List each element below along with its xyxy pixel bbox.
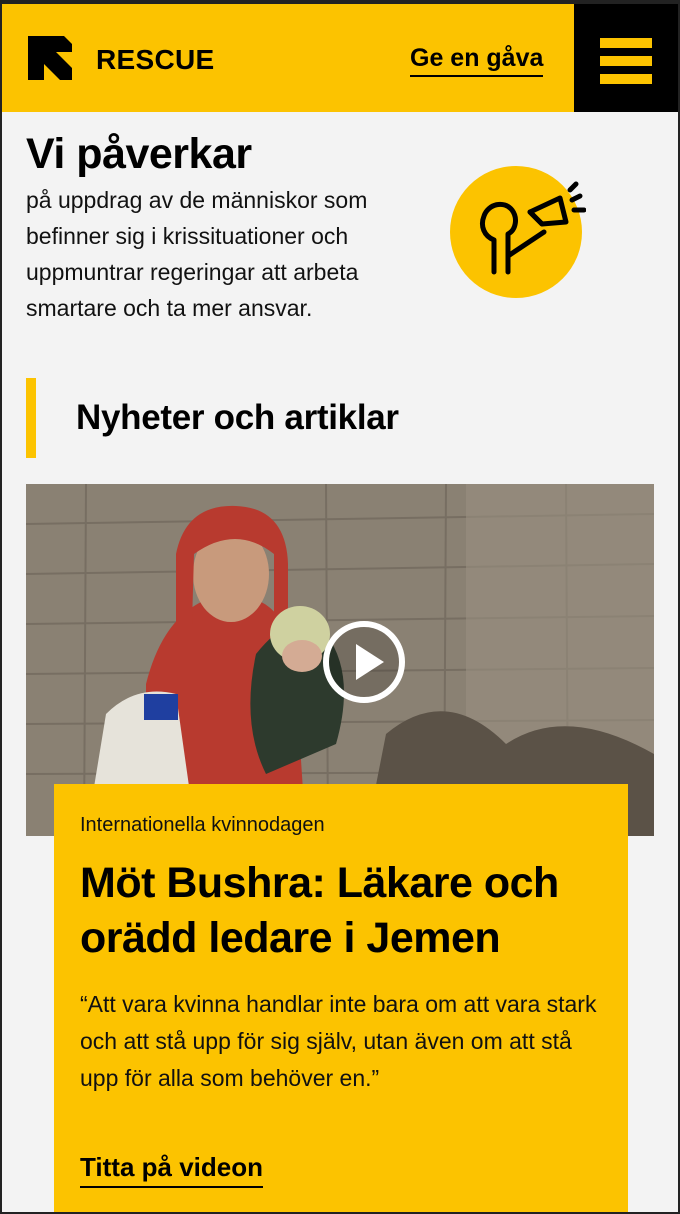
hamburger-icon	[600, 38, 652, 48]
megaphone-person-icon	[450, 166, 586, 298]
page: RESCUE Ge en gåva Vi påverkar på uppdrag…	[0, 0, 680, 1214]
section-accent-bar	[26, 378, 36, 458]
article-kicker: Internationella kvinnodagen	[80, 814, 325, 836]
logo-text[interactable]: RESCUE	[96, 44, 215, 76]
news-section-title: Nyheter och artiklar	[76, 398, 399, 437]
article-title[interactable]: Möt Bushra: Läkare och orädd ledare i Je…	[80, 856, 620, 966]
menu-button[interactable]	[574, 4, 678, 112]
watch-video-link[interactable]: Titta på videon	[80, 1152, 263, 1188]
article-quote: “Att vara kvinna handlar inte bara om at…	[80, 991, 597, 1091]
rescue-logo-icon[interactable]	[26, 34, 74, 82]
site-header: RESCUE Ge en gåva	[2, 4, 678, 112]
play-video-icon[interactable]	[322, 620, 406, 704]
advocacy-text: på uppdrag av de människor som befinner …	[26, 187, 368, 321]
advocacy-title: Vi påverkar	[26, 130, 252, 178]
donate-link[interactable]: Ge en gåva	[410, 44, 544, 77]
featured-article-card[interactable]: Internationella kvinnodagen Möt Bushra: …	[54, 784, 628, 1212]
